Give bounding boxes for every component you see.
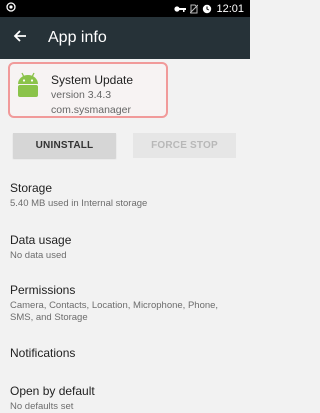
notifications-row[interactable]: Notifications	[10, 346, 242, 360]
force-stop-button[interactable]: FORCE STOP	[133, 133, 236, 158]
notifications-title: Notifications	[10, 346, 76, 360]
app-package: com.sysmanager	[51, 104, 131, 116]
status-bar: 12:01	[0, 0, 250, 17]
notification-icon	[6, 2, 16, 15]
status-left	[6, 2, 16, 15]
permissions-row[interactable]: Permissions Camera, Contacts, Location, …	[10, 283, 242, 324]
storage-subtitle: 5.40 MB used in Internal storage	[10, 198, 148, 209]
app-name: System Update	[51, 73, 134, 87]
android-icon	[15, 71, 41, 99]
alarm-icon	[202, 4, 212, 14]
back-button[interactable]	[2, 17, 38, 59]
data-usage-subtitle: No data used	[10, 250, 67, 261]
storage-row[interactable]: Storage 5.40 MB used in Internal storage	[10, 181, 242, 210]
open-by-default-title: Open by default	[10, 384, 95, 398]
open-by-default-row[interactable]: Open by default No defaults set	[10, 384, 242, 413]
app-bar: App info	[0, 17, 250, 59]
permissions-subtitle: Camera, Contacts, Location, Microphone, …	[10, 300, 219, 323]
page-title: App info	[48, 29, 107, 46]
app-header: System Update version 3.4.3 com.sysmanag…	[8, 62, 168, 118]
data-usage-row[interactable]: Data usage No data used	[10, 233, 242, 262]
status-time: 12:01	[216, 2, 244, 15]
storage-title: Storage	[10, 181, 53, 195]
permissions-title: Permissions	[10, 283, 76, 297]
status-right: 12:01	[174, 3, 244, 15]
key-icon	[174, 5, 187, 13]
back-arrow-icon	[13, 29, 27, 48]
data-usage-title: Data usage	[10, 233, 72, 247]
uninstall-button[interactable]: UNINSTALL	[13, 133, 116, 158]
app-version: version 3.4.3	[51, 89, 112, 101]
no-sim-icon	[190, 4, 199, 14]
